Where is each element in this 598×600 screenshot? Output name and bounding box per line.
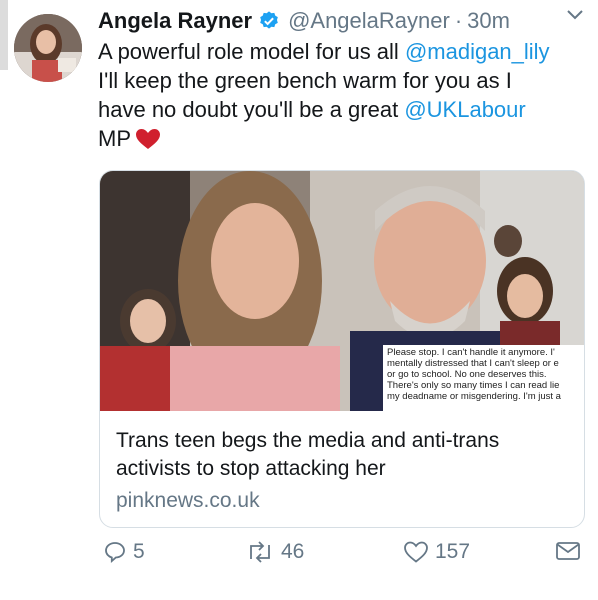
avatar-image xyxy=(14,14,82,82)
direct-message-button[interactable] xyxy=(555,540,587,562)
header-separator: · xyxy=(454,8,463,33)
screenshot-text-overlay: Please stop. I can't handle it anymore. … xyxy=(383,345,584,411)
overlay-line: There's only so many times I can read li… xyxy=(387,380,560,391)
overlay-line: mentally distressed that I can't sleep o… xyxy=(387,358,559,369)
tweet-header: Angela Rayner @AngelaRayner · 30m xyxy=(98,6,588,36)
author-name[interactable]: Angela Rayner xyxy=(98,8,252,34)
tweet-text-part: MP xyxy=(98,126,131,151)
reply-icon xyxy=(105,542,125,563)
card-image: Please stop. I can't handle it anymore. … xyxy=(100,171,584,411)
card-domain: pinknews.co.uk xyxy=(116,489,260,512)
reply-count: 5 xyxy=(133,540,145,563)
tweet-timestamp[interactable]: 30m xyxy=(467,8,510,34)
direct-message-icon xyxy=(556,542,580,560)
author-handle[interactable]: @AngelaRayner xyxy=(288,8,450,34)
avatar[interactable] xyxy=(14,14,82,82)
heart-emoji-icon xyxy=(136,129,160,149)
chevron-down-icon[interactable] xyxy=(566,8,584,22)
tweet-actions: 5 46 157 xyxy=(99,540,583,574)
verified-icon xyxy=(260,11,278,29)
window-edge xyxy=(0,0,8,70)
tweet-text-part: have no doubt you'll be a great xyxy=(98,97,405,122)
like-count: 157 xyxy=(435,540,471,563)
retweet-count: 46 xyxy=(281,540,305,563)
retweet-icon xyxy=(250,541,270,563)
like-icon xyxy=(404,541,428,563)
overlay-line: or go to school. No one deserves this. xyxy=(387,369,547,380)
overlay-line: Please stop. I can't handle it anymore. … xyxy=(387,347,555,358)
mention-link[interactable]: @madigan_lily xyxy=(405,39,550,64)
mention-link[interactable]: @UKLabour xyxy=(404,97,525,122)
link-card[interactable]: Please stop. I can't handle it anymore. … xyxy=(99,170,585,528)
card-title[interactable]: Trans teen begs the media and anti-trans… xyxy=(116,427,566,483)
overlay-line: my deadname or misgendering. I'm just a xyxy=(387,391,561,402)
tweet-text: A powerful role model for us all @madiga… xyxy=(98,37,578,153)
tweet-text-part: I'll keep the green bench warm for you a… xyxy=(98,68,512,93)
reply-button[interactable]: 5 xyxy=(103,540,145,564)
retweet-button[interactable]: 46 xyxy=(245,540,304,564)
tweet-text-part: A powerful role model for us all xyxy=(98,39,405,64)
like-button[interactable]: 157 xyxy=(403,540,470,564)
